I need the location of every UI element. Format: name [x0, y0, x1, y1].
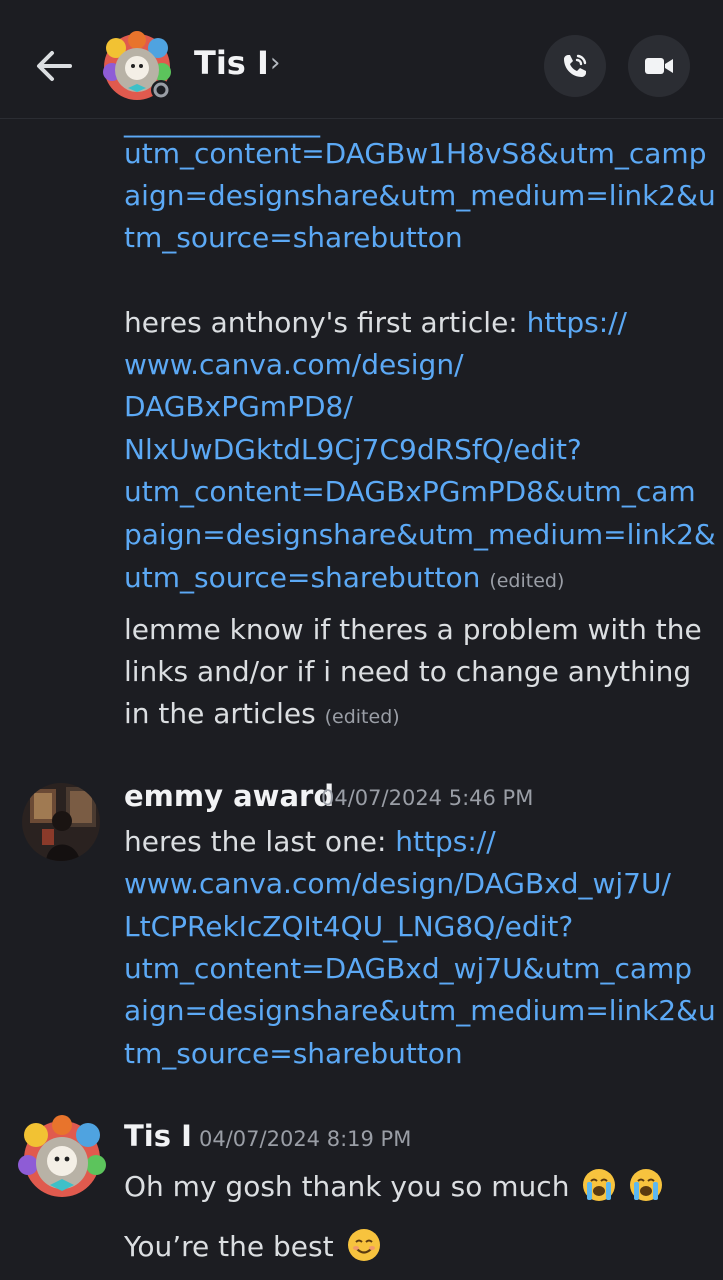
message-text-line: lemme know if theres a problem with the	[124, 613, 702, 646]
message-link-line[interactable]: www.canva.com/design/	[124, 344, 464, 386]
message-link-line[interactable]: tm_source=sharebutton	[124, 217, 463, 259]
arrow-left-icon	[37, 51, 72, 81]
message-text: Oh my gosh thank you so much	[124, 1170, 570, 1203]
message-link[interactable]: utm_source=sharebutton	[124, 561, 480, 594]
message-link[interactable]: https://	[395, 825, 495, 858]
avatar[interactable]	[22, 783, 100, 861]
message-link[interactable]: https://	[527, 306, 627, 339]
avatar[interactable]	[16, 1115, 108, 1203]
message-link-line[interactable]: aign=designshare&utm_medium=link2&u	[124, 990, 716, 1032]
message-text: heres anthony's first article:	[124, 306, 527, 339]
voice-call-button[interactable]	[544, 35, 606, 97]
smiling-face-emoji-icon	[347, 1229, 380, 1261]
edited-label: (edited)	[324, 706, 400, 728]
message-text: heres the last one:	[124, 825, 396, 858]
message-timestamp: 04/07/2024 8:19 PM	[199, 1127, 412, 1151]
message-link-line[interactable]: DAGBxPGmPD8/	[124, 386, 353, 428]
contact-name[interactable]: Tis I	[194, 44, 269, 82]
message-text-line-last: in the articles (edited)	[124, 693, 400, 738]
message-text-line: links and/or if i need to change anythin…	[124, 655, 692, 688]
message-link-line[interactable]: aign=designshare&utm_medium=link2&u	[124, 175, 716, 217]
message-link-line[interactable]: LtCPRekIcZQIt4QU_LNG8Q/edit?	[124, 906, 573, 948]
message-text-line: heres the last one: https://	[124, 821, 496, 863]
chevron-right-icon[interactable]: ›	[270, 48, 280, 78]
contact-avatar[interactable]	[100, 30, 174, 104]
loudly-crying-face-emoji-icon	[630, 1169, 663, 1201]
message-link-line[interactable]: tm_source=sharebutton	[124, 1033, 463, 1075]
chat-header: Tis I ›	[0, 0, 723, 119]
back-button[interactable]	[34, 44, 74, 88]
message-link-line-last: utm_source=sharebutton (edited)	[124, 557, 564, 602]
message-author[interactable]: emmy award	[124, 779, 334, 813]
video-call-button[interactable]	[628, 35, 690, 97]
message-text-line: You’re the best	[124, 1226, 381, 1268]
message-timestamp: 04/07/2024 5:46 PM	[321, 786, 534, 810]
message-list[interactable]: ______________ utm_content=DAGBw1H8vS8&u…	[0, 119, 723, 1280]
message-link-line[interactable]: paign=designshare&utm_medium=link2&	[124, 514, 716, 556]
phone-call-icon	[564, 54, 587, 77]
message-link-line[interactable]: www.canva.com/design/DAGBxd_wj7U/	[124, 863, 671, 905]
message-text-line: Oh my gosh thank you so much	[124, 1166, 663, 1208]
loudly-crying-face-emoji-icon	[583, 1169, 616, 1201]
edited-label: (edited)	[489, 570, 565, 592]
message-author[interactable]: Tis I	[124, 1119, 192, 1153]
message-text: You’re the best	[124, 1230, 334, 1263]
message-text: in the articles	[124, 697, 316, 730]
video-camera-icon	[645, 58, 673, 74]
message-link-line[interactable]: utm_content=DAGBxPGmPD8&utm_cam	[124, 471, 696, 513]
message-link-line[interactable]: utm_content=DAGBxd_wj7U&utm_camp	[124, 948, 692, 990]
message-link-line[interactable]: NlxUwDGktdL9Cj7C9dRSfQ/edit?	[124, 429, 582, 471]
message-link-line[interactable]: utm_content=DAGBw1H8vS8&utm_camp	[124, 133, 706, 175]
message-text-line: heres anthony's first article: https://	[124, 302, 627, 344]
